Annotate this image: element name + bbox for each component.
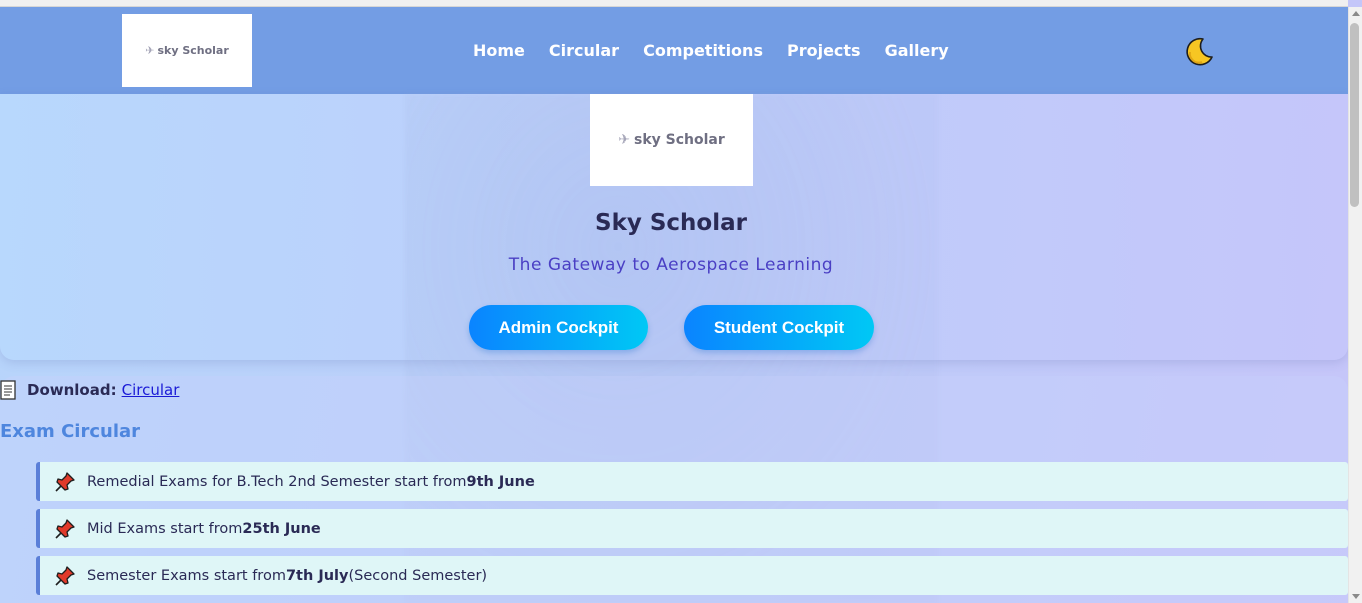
- nav-logo-text: sky Scholar: [157, 44, 229, 57]
- notice-item: Semester Exams start from7th July(Second…: [36, 556, 1348, 595]
- notice-text: Remedial Exams for B.Tech 2nd Semester s…: [87, 473, 535, 490]
- paper-plane-icon: ✈: [618, 132, 630, 148]
- notice-text: Mid Exams start from25th June: [87, 520, 321, 537]
- hero-logo: ✈ sky Scholar: [590, 94, 753, 186]
- exam-circular-title: Exam Circular: [0, 421, 141, 442]
- document-icon: [0, 380, 16, 400]
- notice-text: Semester Exams start from7th July(Second…: [87, 567, 488, 584]
- hero-subtitle: The Gateway to Aerospace Learning: [508, 255, 834, 275]
- browser-top-strip: [0, 0, 1348, 7]
- nav-links: Home Circular Competitions Projects Gall…: [473, 41, 949, 60]
- nav-logo[interactable]: ✈ sky Scholar: [122, 14, 252, 87]
- nav-link-circular[interactable]: Circular: [549, 41, 619, 60]
- scroll-down-arrow-icon[interactable]: [1352, 594, 1360, 599]
- scrollbar-thumb[interactable]: [1350, 23, 1359, 207]
- download-circular-link[interactable]: Circular: [122, 381, 180, 399]
- pushpin-icon: [55, 565, 75, 586]
- pushpin-icon: [55, 471, 75, 492]
- moon-icon[interactable]: [1181, 35, 1215, 69]
- notice-item: Remedial Exams for B.Tech 2nd Semester s…: [36, 462, 1348, 501]
- paper-plane-icon: ✈: [145, 44, 155, 57]
- nav-link-home[interactable]: Home: [473, 41, 525, 60]
- hero-logo-text: sky Scholar: [633, 132, 725, 148]
- nav-link-gallery[interactable]: Gallery: [885, 41, 949, 60]
- download-label: Download:: [27, 381, 117, 399]
- nav-link-competitions[interactable]: Competitions: [643, 41, 763, 60]
- admin-cockpit-button[interactable]: Admin Cockpit: [469, 305, 648, 350]
- hero-title: Sky Scholar: [595, 210, 747, 236]
- pushpin-icon: [55, 518, 75, 539]
- student-cockpit-button[interactable]: Student Cockpit: [684, 305, 874, 350]
- notice-item: Mid Exams start from25th June: [36, 509, 1348, 548]
- navbar: ✈ sky Scholar Home Circular Competitions…: [0, 7, 1348, 94]
- nav-link-projects[interactable]: Projects: [787, 41, 861, 60]
- download-row: Download: Circular: [0, 380, 179, 400]
- scroll-up-arrow-icon[interactable]: [1352, 11, 1360, 16]
